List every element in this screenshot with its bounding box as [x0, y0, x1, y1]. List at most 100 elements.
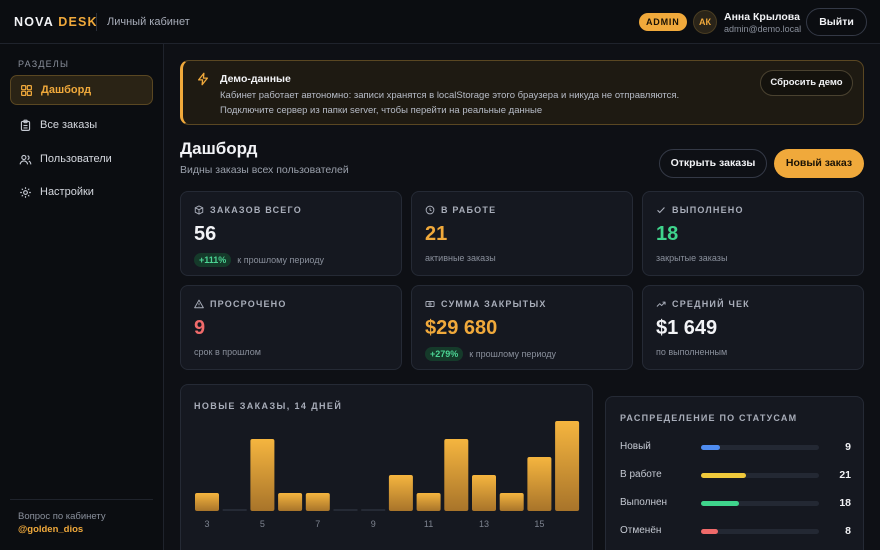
brand-accent: DESK: [58, 15, 98, 29]
chart-bar[interactable]: [416, 493, 441, 511]
chart-bar[interactable]: [555, 421, 580, 511]
stat-foot: срок в прошлом: [194, 347, 261, 357]
chart-tick-label: 7: [315, 519, 320, 529]
status-row-completed: Выполнен 18: [620, 497, 851, 511]
chart-bar[interactable]: [527, 457, 552, 511]
status-name: Отменён: [620, 525, 662, 536]
user-name: Анна Крылова: [724, 11, 800, 23]
chart-tick-label: 3: [204, 519, 209, 529]
stat-card-closed-sum: СУММА ЗАКРЫТЫХ $29 680 +279% к прошлому …: [411, 285, 633, 370]
clipboard-icon: [20, 119, 31, 131]
stat-value: 56: [194, 223, 217, 245]
stat-label: ВЫПОЛНЕНО: [656, 205, 744, 215]
chart-bar[interactable]: [388, 475, 413, 511]
stat-label: В РАБОТЕ: [425, 205, 496, 215]
sidebar-item-dashboard[interactable]: Дашборд: [10, 75, 153, 105]
chart-bar-empty: [361, 509, 386, 511]
stat-foot-text: к прошлому периоду: [469, 349, 556, 359]
sidebar-item-label: Все заказы: [40, 119, 98, 131]
logout-button[interactable]: Выйти: [806, 8, 867, 36]
status-row-in-progress: В работе 21: [620, 469, 851, 483]
cabinet-label: Личный кабинет: [107, 16, 190, 28]
sidebar: РАЗДЕЛЫ Дашборд Все заказы Пользователи …: [0, 44, 164, 550]
status-track: [701, 473, 819, 478]
stat-foot-text: срок в прошлом: [194, 347, 261, 357]
brand-logo[interactable]: NOVA DESK: [14, 15, 98, 29]
support-question: Вопрос по кабинету: [18, 511, 106, 522]
status-panel-title: РАСПРЕДЕЛЕНИЕ ПО СТАТУСАМ: [620, 413, 798, 423]
sidebar-item-label: Пользователи: [40, 153, 112, 165]
stat-label-text: ВЫПОЛНЕНО: [672, 205, 744, 215]
status-name: Новый: [620, 441, 651, 452]
chart-bar[interactable]: [499, 493, 524, 511]
sidebar-item-label: Дашборд: [41, 84, 92, 96]
grid-icon: [21, 84, 32, 96]
top-bar: NOVA DESK Личный кабинет ADMIN АК Анна К…: [0, 0, 880, 44]
chart-tick-label: 9: [371, 519, 376, 529]
status-count: 18: [839, 497, 851, 509]
status-count: 21: [839, 469, 851, 481]
alert-text: Кабинет работает автономно: записи храня…: [220, 88, 740, 118]
open-orders-button[interactable]: Открыть заказы: [659, 149, 767, 178]
stat-foot-text: активные заказы: [425, 253, 496, 263]
stat-foot: активные заказы: [425, 253, 496, 263]
status-count: 9: [845, 441, 851, 453]
chart-bar-empty: [333, 509, 358, 511]
stat-card-completed: ВЫПОЛНЕНО 18 закрытые заказы: [642, 191, 864, 276]
status-fill: [701, 529, 718, 534]
stat-value: $29 680: [425, 317, 498, 339]
new-orders-bar-chart: 3 5 7 9 11 13 15: [195, 421, 580, 529]
stat-label-text: ПРОСРОЧЕНО: [210, 299, 287, 309]
lightning-icon: [197, 72, 209, 86]
users-icon: [19, 154, 32, 164]
status-fill: [701, 501, 739, 506]
status-track: [701, 529, 819, 534]
stat-foot: по выполненным: [656, 347, 727, 357]
page-title: Дашборд: [180, 139, 258, 158]
status-count: 8: [845, 525, 851, 537]
stat-card-in-progress: В РАБОТЕ 21 активные заказы: [411, 191, 633, 276]
chart-bar[interactable]: [278, 493, 303, 511]
reset-demo-button[interactable]: Сбросить демо: [760, 70, 853, 96]
chart-tick-label: 11: [424, 519, 433, 529]
chart-bar[interactable]: [472, 475, 496, 511]
check-icon: [657, 207, 665, 214]
chart-bar[interactable]: [250, 439, 275, 511]
cash-icon: [425, 301, 435, 307]
avatar[interactable]: АК: [693, 10, 717, 34]
stat-foot-text: закрытые заказы: [656, 253, 728, 263]
stat-label: ЗАКАЗОВ ВСЕГО: [194, 205, 302, 215]
status-distribution-panel: РАСПРЕДЕЛЕНИЕ ПО СТАТУСАМ Новый 9 В рабо…: [605, 396, 864, 550]
sidebar-section-title: РАЗДЕЛЫ: [18, 59, 70, 69]
alert-line: Подключите сервер из папки server, чтобы…: [220, 105, 543, 116]
stat-value: 9: [194, 317, 206, 339]
chart-bar[interactable]: [195, 493, 219, 511]
stat-value: 18: [656, 223, 679, 245]
status-track: [701, 501, 819, 506]
stat-value: $1 649: [656, 317, 718, 339]
alert-title: Демо-данные: [220, 73, 291, 85]
new-order-button[interactable]: Новый заказ: [774, 149, 864, 178]
stat-label-text: В РАБОТЕ: [441, 205, 497, 215]
chart-bar[interactable]: [444, 439, 469, 511]
trend-icon: [656, 301, 666, 307]
trend-badge: +279%: [425, 347, 464, 361]
chart-tick-label: 5: [260, 519, 265, 529]
stat-label: ПРОСРОЧЕНО: [194, 299, 287, 309]
stat-card-overdue: ПРОСРОЧЕНО 9 срок в прошлом: [180, 285, 402, 370]
stat-label: СРЕДНИЙ ЧЕК: [656, 299, 750, 309]
chart-bar[interactable]: [305, 493, 330, 511]
status-row-cancelled: Отменён 8: [620, 525, 851, 539]
user-email: admin@demo.local: [724, 24, 802, 34]
status-row-new: Новый 9: [620, 441, 851, 455]
brand-divider: [96, 13, 97, 31]
sidebar-item-settings[interactable]: Настройки: [10, 177, 153, 207]
sidebar-item-users[interactable]: Пользователи: [10, 144, 153, 174]
stat-foot-text: по выполненным: [656, 347, 728, 357]
stat-foot: закрытые заказы: [656, 253, 727, 263]
sidebar-item-orders[interactable]: Все заказы: [10, 110, 153, 140]
demo-data-alert: Демо-данные Кабинет работает автономно: …: [180, 60, 864, 125]
support-handle-link[interactable]: @golden_dios: [18, 524, 83, 535]
stat-foot: +279% к прошлому периоду: [425, 347, 556, 361]
status-name: Выполнен: [620, 497, 668, 508]
